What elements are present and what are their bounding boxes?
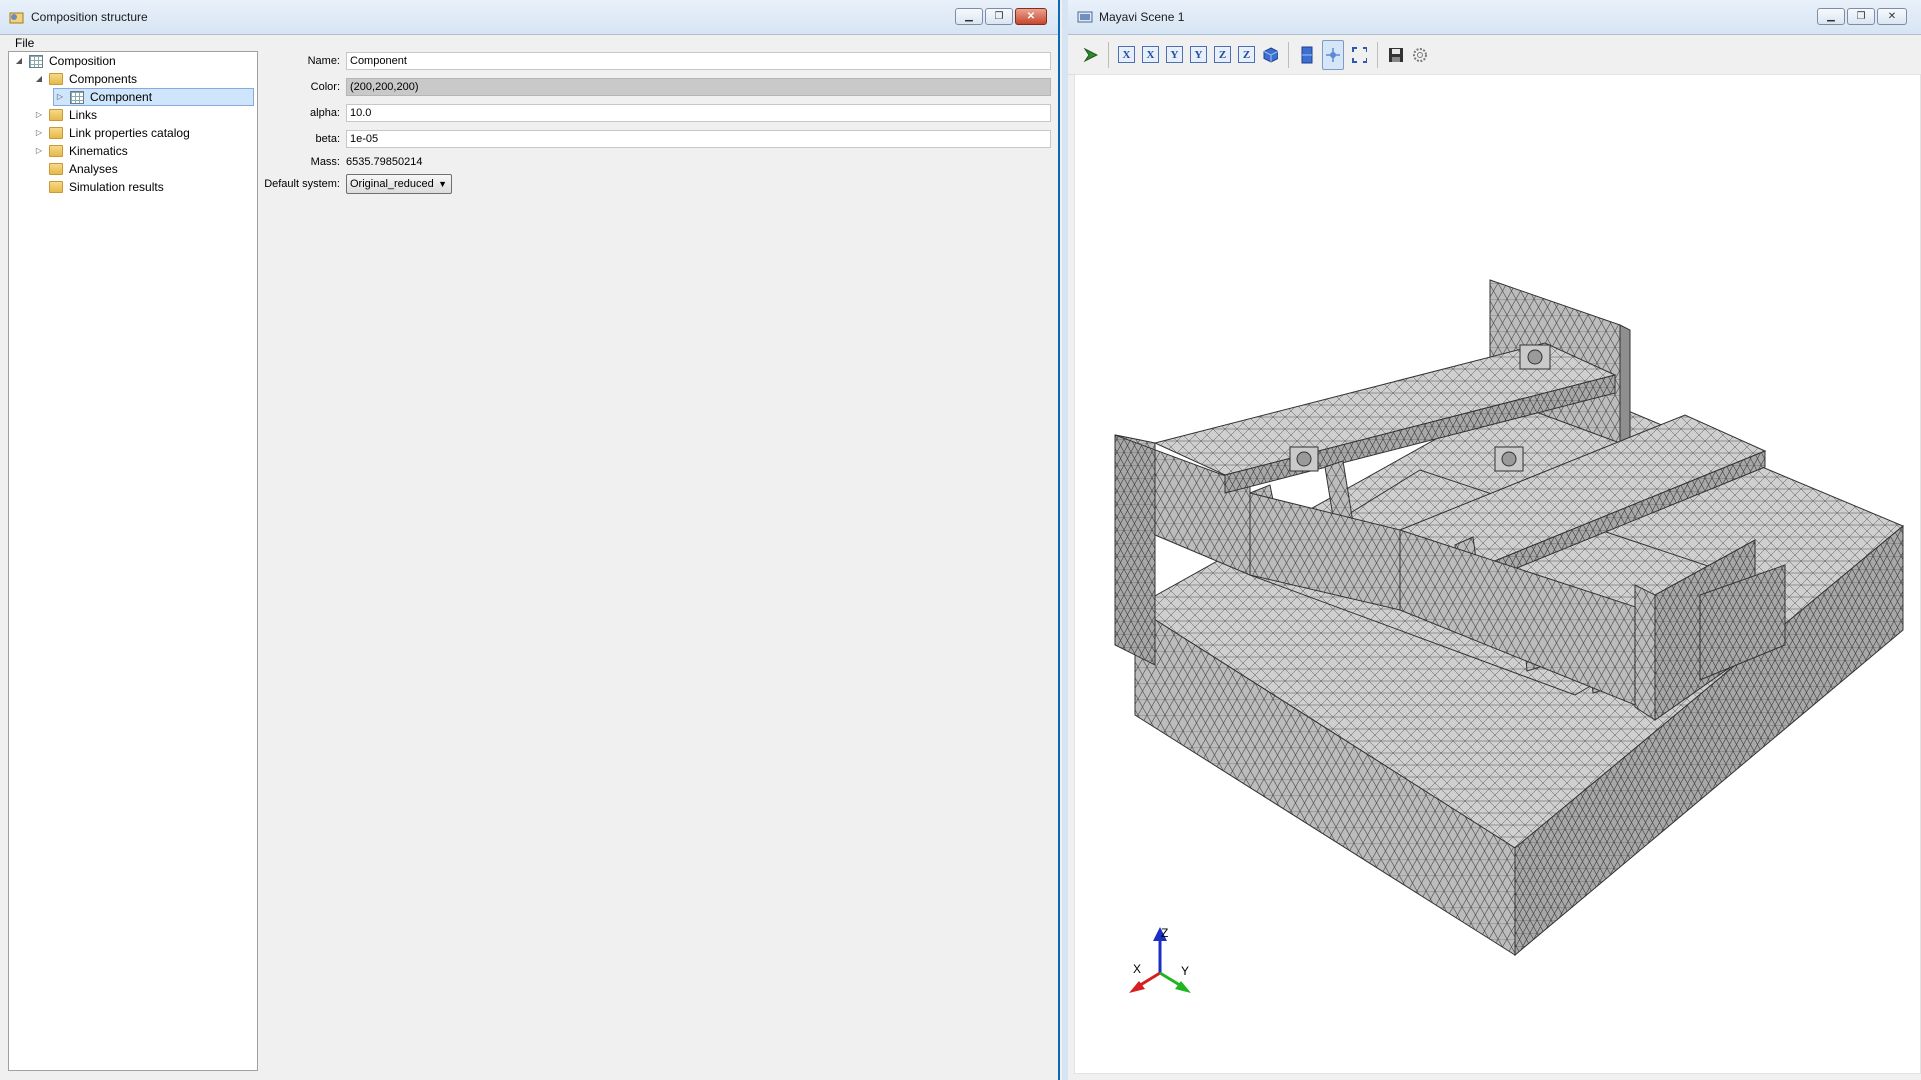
full-screen-icon[interactable] — [1351, 46, 1368, 63]
title-bar[interactable]: Mayavi Scene 1 — [1068, 0, 1921, 35]
maximize-button[interactable]: ❐ — [1847, 8, 1875, 25]
scene-toolbar: X X Y Y Z Z — [1068, 35, 1921, 75]
folder-icon — [49, 145, 63, 157]
parallel-projection-icon[interactable] — [1298, 46, 1315, 63]
collapse-icon[interactable]: ◢ — [33, 70, 45, 88]
color-field[interactable]: (200,200,200) — [346, 78, 1051, 96]
alpha-field[interactable]: 10.0 — [346, 104, 1051, 122]
tree-item-label: Composition — [49, 54, 116, 68]
bearing-block — [1289, 446, 1319, 472]
tree-item-links[interactable]: ▷ Links — [33, 106, 97, 124]
tree-item-kinematics[interactable]: ▷ Kinematics — [33, 142, 128, 160]
maximize-button[interactable]: ❐ — [985, 8, 1013, 25]
close-button[interactable]: ✕ — [1015, 8, 1047, 25]
minimize-button[interactable]: ▁ — [955, 8, 983, 25]
interaction-mode-icon[interactable] — [1322, 39, 1344, 70]
composition-icon — [29, 54, 43, 68]
app-icon — [1077, 10, 1093, 24]
chevron-down-icon: ▼ — [438, 179, 447, 189]
bearing-block — [1494, 446, 1524, 472]
tree-item-analyses[interactable]: Analyses — [33, 160, 118, 178]
mayavi-scene-window: Mayavi Scene 1 ▁ ❐ ✕ X X Y Y Z Z Z X Y — [1062, 0, 1921, 1080]
window-title: Mayavi Scene 1 — [1099, 10, 1185, 24]
color-label: Color: — [310, 81, 340, 93]
window-controls: ▁ ❐ ✕ — [955, 8, 1047, 25]
mass-label: Mass: — [310, 156, 340, 168]
dropdown-value: Original_reduced — [350, 178, 434, 190]
configure-icon[interactable] — [1411, 46, 1428, 63]
tree-item-label: Components — [69, 72, 138, 86]
composition-tree[interactable]: ◢ Composition ◢ Components ▷ Component ▷… — [8, 51, 258, 1071]
folder-icon — [49, 163, 63, 175]
tree-item-link-properties-catalog[interactable]: ▷ Link properties catalog — [33, 124, 190, 142]
pipeline-icon[interactable] — [1082, 46, 1099, 63]
view-y-pos-button[interactable]: Y — [1166, 46, 1183, 63]
orientation-axes: Z X Y — [1129, 926, 1191, 993]
default-system-label: Default system: — [264, 178, 340, 190]
menu-file[interactable]: File — [15, 36, 34, 50]
mass-value: 6535.79850214 — [346, 156, 423, 168]
window-title: Composition structure — [31, 10, 148, 24]
tree-item-components[interactable]: ◢ Components — [33, 70, 137, 88]
tree-item-composition[interactable]: ◢ Composition — [13, 52, 116, 70]
toolbar-separator — [1288, 41, 1289, 68]
name-label: Name: — [307, 55, 340, 67]
toolbar-separator — [1377, 41, 1378, 68]
save-icon[interactable] — [1387, 46, 1404, 63]
z-axis-label: Z — [1161, 926, 1168, 940]
tree-item-label: Kinematics — [69, 144, 128, 158]
close-button[interactable]: ✕ — [1877, 8, 1907, 25]
tree-item-simulation-results[interactable]: Simulation results — [33, 178, 164, 196]
tree-item-component[interactable]: ▷ Component — [53, 88, 254, 106]
beta-label: beta: — [315, 133, 340, 145]
3d-scene-viewport[interactable]: Z X Y — [1074, 74, 1921, 1074]
expand-icon[interactable]: ▷ — [54, 88, 66, 106]
tree-item-label: Analyses — [69, 162, 118, 176]
expand-icon[interactable]: ▷ — [33, 106, 45, 124]
view-x-pos-button[interactable]: X — [1118, 46, 1135, 63]
menu-bar: File — [0, 35, 1058, 51]
expand-icon[interactable]: ▷ — [33, 124, 45, 142]
view-z-pos-button[interactable]: Z — [1214, 46, 1231, 63]
bearing-block — [1519, 344, 1551, 370]
app-icon — [9, 10, 25, 24]
isometric-icon[interactable] — [1262, 46, 1279, 63]
tree-item-label: Simulation results — [69, 180, 164, 194]
tree-item-label: Link properties catalog — [69, 126, 190, 140]
toolbar-separator — [1108, 41, 1109, 68]
folder-icon — [49, 109, 63, 121]
alpha-label: alpha: — [310, 107, 340, 119]
y-axis-label: Y — [1181, 964, 1189, 978]
folder-icon — [49, 127, 63, 139]
view-x-neg-button[interactable]: X — [1142, 46, 1159, 63]
tree-item-label: Component — [90, 90, 153, 104]
default-system-dropdown[interactable]: Original_reduced ▼ — [346, 174, 452, 194]
view-y-neg-button[interactable]: Y — [1190, 46, 1207, 63]
view-z-neg-button[interactable]: Z — [1238, 46, 1255, 63]
folder-icon — [49, 73, 63, 85]
window-controls: ▁ ❐ ✕ — [1817, 8, 1907, 25]
x-axis-label: X — [1133, 962, 1141, 976]
component-icon — [70, 90, 84, 104]
tree-item-label: Links — [69, 108, 98, 122]
beta-field[interactable]: 1e-05 — [346, 130, 1051, 148]
name-field[interactable]: Component — [346, 52, 1051, 70]
expand-icon[interactable]: ▷ — [33, 142, 45, 160]
composition-window: Composition structure ▁ ❐ ✕ File ◢ Compo… — [0, 0, 1060, 1080]
minimize-button[interactable]: ▁ — [1817, 8, 1845, 25]
folder-icon — [49, 181, 63, 193]
fem-mesh-model — [1114, 279, 1904, 957]
title-bar[interactable]: Composition structure — [0, 0, 1058, 35]
collapse-icon[interactable]: ◢ — [13, 52, 25, 70]
